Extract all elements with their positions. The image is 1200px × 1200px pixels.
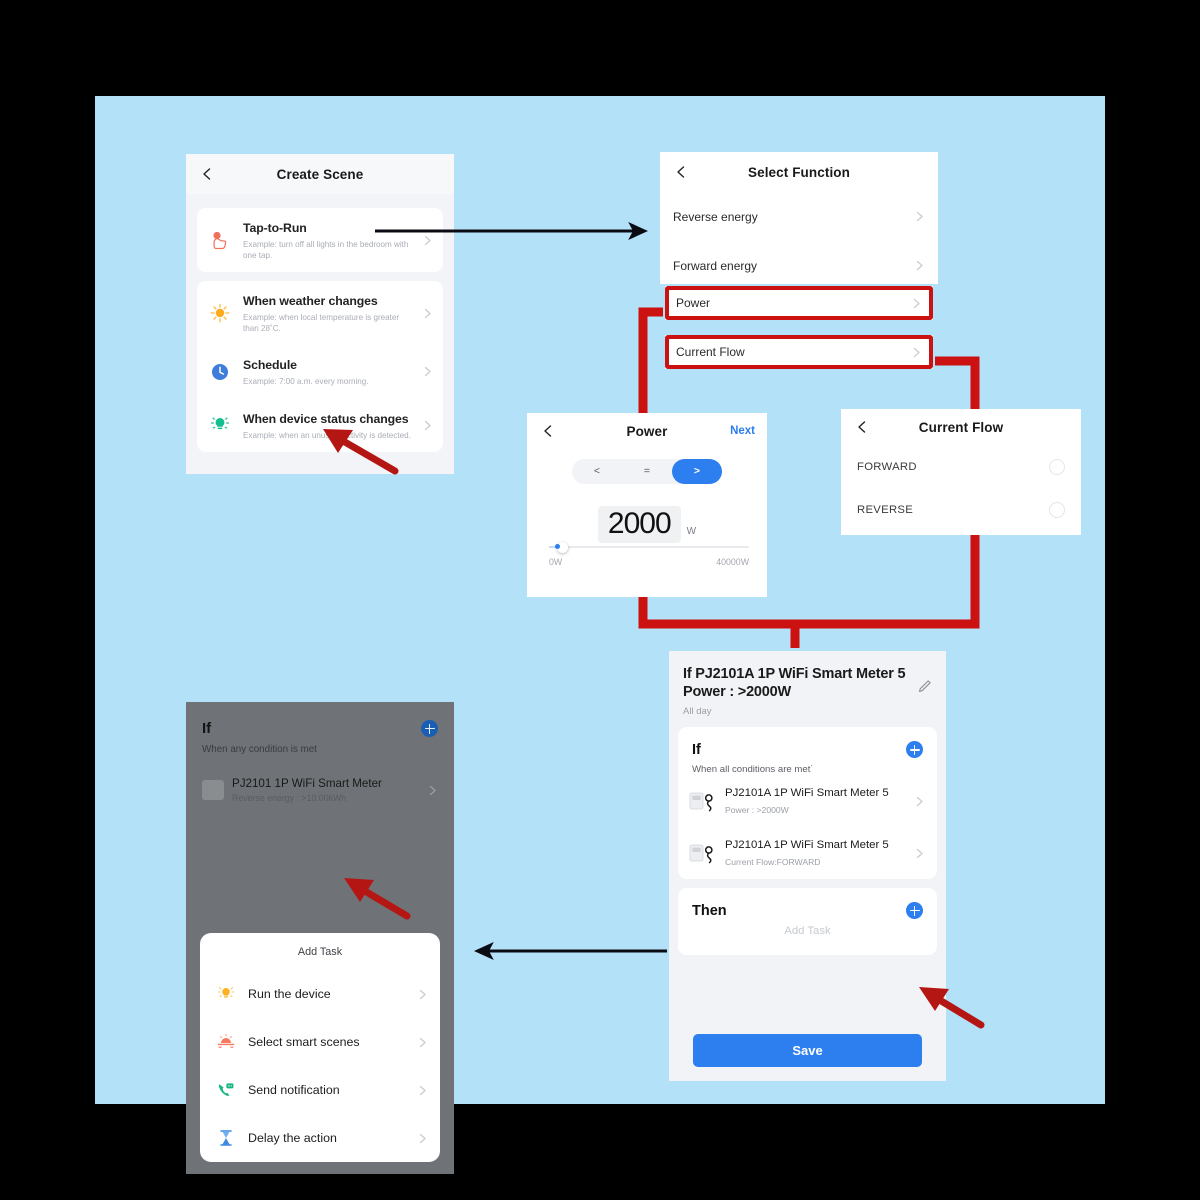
red-arrow-pointer-then-plus bbox=[919, 987, 985, 1029]
diagram-canvas: Create Scene Tap-to-Run Example: turn of… bbox=[95, 96, 1105, 1174]
chevron-right-icon bbox=[417, 1133, 428, 1144]
annotation-arrows bbox=[323, 221, 985, 1029]
add-task-option-delay-the-action[interactable]: Delay the action bbox=[200, 1114, 440, 1162]
red-arrow-pointer-run-the-device bbox=[344, 878, 411, 920]
option-label: Delay the action bbox=[248, 1131, 337, 1145]
screenshot-root: Create Scene Tap-to-Run Example: turn of… bbox=[0, 0, 1200, 1200]
hourglass-icon bbox=[214, 1128, 238, 1148]
red-arrow-pointer-device-status bbox=[323, 429, 399, 475]
